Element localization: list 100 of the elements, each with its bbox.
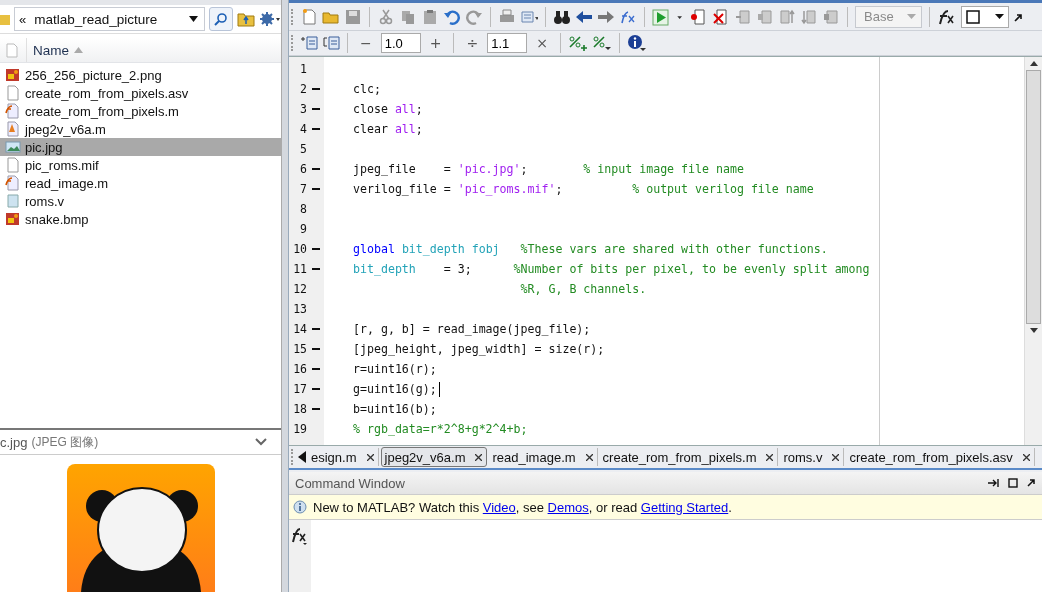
file-item[interactable]: 256_256_picture_2.png <box>0 66 281 84</box>
close-icon[interactable] <box>1022 453 1030 461</box>
file-icon <box>5 121 21 137</box>
maximize-icon[interactable] <box>1008 478 1018 488</box>
file-item[interactable]: create_rom_from_pixels.m <box>0 102 281 120</box>
line-number: 11 <box>292 262 307 276</box>
code-line: clc; <box>353 82 381 96</box>
code-line: %R, G, B channels. <box>519 282 647 296</box>
editor-tab[interactable]: jpeg2v_v6a.m <box>380 447 488 467</box>
insert-cell-icon[interactable] <box>300 34 318 52</box>
editor-tab[interactable]: read_image.m <box>489 448 598 466</box>
code-line: clear all; <box>353 122 423 136</box>
file-type-icon <box>6 42 18 58</box>
chevron-icon[interactable] <box>255 438 267 446</box>
line-number: 15 <box>292 342 307 356</box>
undock-icon[interactable] <box>1026 478 1036 488</box>
file-icon <box>5 193 21 209</box>
editor-tab[interactable]: esign.m <box>308 448 379 466</box>
run-icon[interactable] <box>652 7 670 26</box>
close-icon[interactable] <box>475 453 483 461</box>
multiply-button[interactable]: × <box>531 35 553 51</box>
undo-icon[interactable] <box>443 7 461 26</box>
line-number: 16 <box>292 362 307 376</box>
file-type: (JPEG 图像) <box>31 433 100 451</box>
cell-divider-icon[interactable] <box>322 34 340 52</box>
file-item[interactable]: snake.bmp <box>0 210 281 228</box>
layout-dropdown[interactable] <box>961 5 1009 28</box>
line-number: 19 <box>292 422 307 436</box>
code-line: global bit_depth fobj %These vars are shared with other functions. <box>353 242 828 256</box>
code-line: r=uint16(r); <box>353 362 437 376</box>
line-number: 4 <box>299 122 307 136</box>
file-item[interactable]: roms.v <box>0 192 281 210</box>
line-number: 14 <box>292 322 307 336</box>
search-button[interactable] <box>209 7 233 31</box>
code-line: % rgb_data=r*2^8+g*2^4+b; <box>353 422 528 436</box>
line-number: 6 <box>299 162 307 176</box>
square-icon <box>966 9 980 24</box>
clear-breakpoints-icon[interactable] <box>712 7 730 26</box>
increment-button[interactable]: + <box>424 35 447 51</box>
up-folder-icon[interactable] <box>237 11 255 27</box>
dropdown-icon[interactable] <box>189 16 198 22</box>
info-icon[interactable] <box>626 34 647 52</box>
code-line: [jpeg_height, jpeg_width] = size(r); <box>353 342 605 356</box>
welcome-message: New to MATLAB? Watch this Video, see Demos, or read Getting Started. <box>313 499 732 515</box>
line-number: 10 <box>292 242 307 256</box>
function-browser-icon[interactable] <box>291 526 309 546</box>
editor-tab[interactable]: create_rom_from_pixels.asv <box>846 448 1035 466</box>
divide-button[interactable]: ÷ <box>461 35 484 51</box>
file-icon <box>5 175 21 191</box>
settings-icon[interactable] <box>259 11 281 27</box>
line-number: 17 <box>292 382 307 396</box>
number-field[interactable]: 1.1 <box>487 33 528 53</box>
scroll-down-icon[interactable] <box>1029 328 1038 333</box>
line-number: 8 <box>299 202 307 216</box>
file-name: c.jpg <box>0 434 28 450</box>
line-number: 12 <box>292 282 307 296</box>
code-line: jpeg_file = 'pic.jpg'; % input image file name <box>353 162 744 176</box>
info-icon <box>293 500 307 514</box>
link[interactable]: Demos <box>547 499 589 515</box>
caret-icon <box>907 14 916 19</box>
line-number: 1 <box>299 62 307 76</box>
scroll-up-icon[interactable] <box>1029 61 1038 66</box>
file-icon <box>5 103 21 119</box>
decrement-button[interactable]: − <box>355 35 377 51</box>
close-icon[interactable] <box>766 453 774 461</box>
file-item[interactable]: read_image.m <box>0 174 281 192</box>
paste-icon[interactable] <box>421 7 439 26</box>
image-file-icon <box>5 211 21 227</box>
search-icon <box>214 12 228 26</box>
link[interactable]: Video <box>482 499 516 515</box>
function-icon[interactable] <box>937 7 957 26</box>
close-icon[interactable] <box>366 453 374 461</box>
vertical-scrollbar[interactable] <box>1024 57 1042 445</box>
code-line: verilog_file = 'pic_roms.mif'; % output verilog file name <box>353 182 814 196</box>
line-number: 13 <box>292 302 307 316</box>
number-field[interactable]: 1.0 <box>380 33 421 53</box>
file-item[interactable]: pic.jpg <box>0 138 281 156</box>
file-item[interactable]: create_rom_from_pixels.asv <box>0 84 281 102</box>
close-icon[interactable] <box>832 453 840 461</box>
image-file-icon <box>5 67 21 83</box>
editor-tab[interactable]: roms.v <box>780 448 845 466</box>
code-line: bit_depth = 3; %Number of bits per pixel, to be evenly split among <box>353 262 870 276</box>
line-number: 3 <box>299 102 307 116</box>
close-icon[interactable] <box>585 453 593 461</box>
file-item[interactable]: pic_roms.mif <box>0 156 281 174</box>
editor-tab[interactable]: create_rom_from_pixels.m <box>599 448 779 466</box>
line-number: 2 <box>299 82 307 96</box>
pin-icon[interactable] <box>988 478 1000 488</box>
percent-add-icon[interactable] <box>567 34 588 52</box>
code-line: close all; <box>353 102 423 116</box>
percent-menu-icon[interactable] <box>591 34 612 52</box>
line-number: 9 <box>299 222 307 236</box>
scroll-left-icon[interactable] <box>298 451 306 463</box>
panel-title: Command Window <box>295 475 405 491</box>
breakpoint-icon[interactable] <box>690 7 708 26</box>
file-icon <box>5 85 21 101</box>
address-field[interactable]: « matlab_read_picture <box>14 7 205 31</box>
file-item[interactable]: jpeg2v_v6a.m <box>0 120 281 138</box>
code-line: [r, g, b] = read_image(jpeg_file); <box>353 322 591 336</box>
code-line: b=uint16(b); <box>353 402 437 416</box>
